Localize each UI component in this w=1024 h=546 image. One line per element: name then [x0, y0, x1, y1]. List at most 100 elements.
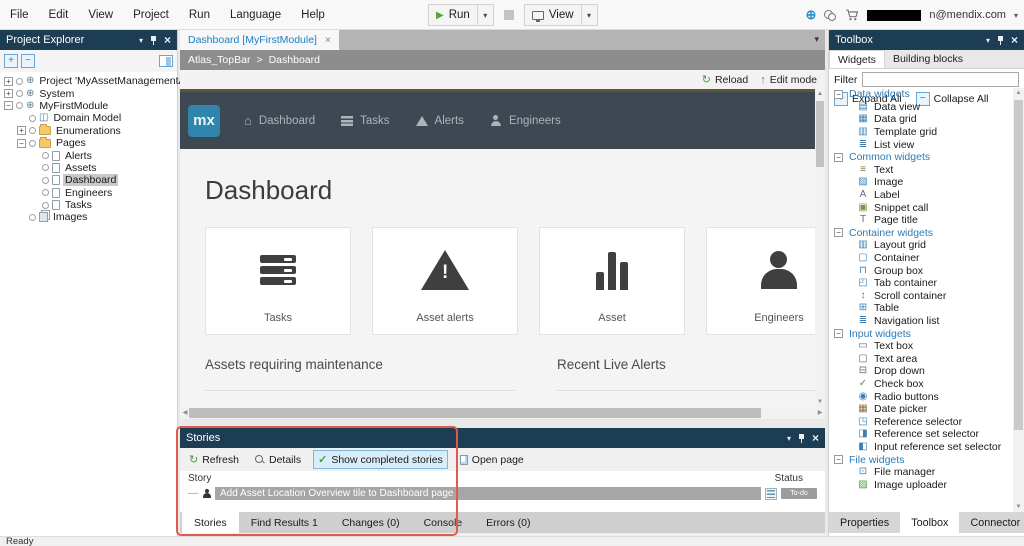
menu-project[interactable]: Project [123, 9, 179, 21]
scroll-right-icon[interactable]: ▶ [815, 407, 825, 419]
tab-find-results-1[interactable]: Find Results 1 [239, 512, 330, 533]
stories-close-icon[interactable]: × [812, 432, 819, 444]
tree-item-system[interactable]: +⊕System [0, 87, 177, 99]
expand-icon[interactable]: + [17, 126, 26, 135]
open-page-button[interactable]: Open page [456, 452, 528, 468]
widget-image-uploader[interactable]: Image uploader [829, 478, 1024, 491]
reload-button[interactable]: ↻ Reload [702, 73, 749, 86]
tab-changes-0-[interactable]: Changes (0) [330, 512, 412, 533]
breadcrumb-parent[interactable]: Atlas_TopBar [188, 54, 250, 66]
toolbox-close-icon[interactable]: × [1011, 34, 1018, 46]
widget-template-grid[interactable]: Template grid [829, 126, 1024, 139]
collapse-icon[interactable]: − [834, 153, 843, 162]
tab-dashboard-document[interactable]: Dashboard [MyFirstModule] × [180, 30, 339, 50]
mendix-logo[interactable]: mx [188, 105, 220, 137]
widget-page-title[interactable]: Page title [829, 214, 1024, 227]
widget-date-picker[interactable]: Date picker [829, 403, 1024, 416]
preview-nav-tasks[interactable]: Tasks [341, 113, 389, 128]
menu-help[interactable]: Help [291, 9, 335, 21]
stories-menu-caret-icon[interactable]: ▾ [787, 434, 791, 443]
panel-tab-toolbox[interactable]: Toolbox [900, 512, 959, 533]
stories-pin-icon[interactable] [798, 434, 805, 443]
tree-item-domain-model[interactable]: ◫Domain Model [0, 112, 177, 124]
tree-item-assets[interactable]: Assets [0, 162, 177, 174]
tree-item-engineers[interactable]: Engineers [0, 187, 177, 199]
tab-close-icon[interactable]: × [325, 35, 331, 46]
panel-tab-properties[interactable]: Properties [829, 512, 900, 533]
widget-label[interactable]: Label [829, 189, 1024, 202]
widget-group-common-widgets[interactable]: −Common widgets [829, 151, 1024, 164]
widget-tab-container[interactable]: Tab container [829, 277, 1024, 290]
widget-container[interactable]: Container [829, 252, 1024, 265]
toolbox-scroll-down-icon[interactable]: ▼ [1013, 502, 1024, 512]
widget-layout-grid[interactable]: Layout grid [829, 239, 1024, 252]
scroll-up-icon[interactable]: ▲ [815, 89, 825, 99]
widget-check-box[interactable]: Check box [829, 378, 1024, 391]
toolbox-pin-icon[interactable] [997, 36, 1004, 45]
preview-nav-alerts[interactable]: Alerts [416, 113, 464, 128]
expand-all-icon[interactable]: + [4, 54, 18, 68]
menu-language[interactable]: Language [220, 9, 291, 21]
widget-group-container-widgets[interactable]: −Container widgets [829, 227, 1024, 240]
tree-item-pages[interactable]: −Pages [0, 137, 177, 149]
tree-item-tasks[interactable]: Tasks [0, 199, 177, 211]
collapse-icon[interactable]: − [834, 228, 843, 237]
widget-drop-down[interactable]: Drop down [829, 365, 1024, 378]
tile-tasks[interactable]: Tasks [205, 227, 351, 335]
widget-navigation-list[interactable]: Navigation list [829, 315, 1024, 328]
panel-tab-connector[interactable]: Connector [959, 512, 1024, 533]
story-row[interactable]: — Add Asset Location Overview tile to Da… [188, 487, 817, 500]
project-explorer-pin-icon[interactable] [150, 36, 157, 45]
widget-reference-set-selector[interactable]: Reference set selector [829, 428, 1024, 441]
vertical-scroll-thumb[interactable] [816, 101, 824, 167]
tab-stories[interactable]: Stories [182, 512, 239, 533]
sync-with-editor-icon[interactable] [159, 55, 173, 67]
stop-icon[interactable] [504, 10, 514, 20]
widget-data-grid[interactable]: Data grid [829, 113, 1024, 126]
collapse-icon[interactable]: − [834, 329, 843, 338]
tile-asset-alerts[interactable]: Asset alerts [372, 227, 518, 335]
tile-engineers[interactable]: Engineers [706, 227, 825, 335]
project-explorer-menu-caret-icon[interactable]: ▾ [139, 36, 143, 45]
expand-icon[interactable]: + [4, 89, 13, 98]
horizontal-scroll-thumb[interactable] [189, 408, 761, 418]
community-icon[interactable] [824, 9, 837, 21]
menu-run[interactable]: Run [179, 9, 220, 21]
account-email[interactable]: n@mendix.com [929, 9, 1006, 21]
widget-list-view[interactable]: List view [829, 138, 1024, 151]
collapse-icon[interactable]: − [17, 139, 26, 148]
widget-text-box[interactable]: Text box [829, 340, 1024, 353]
widget-group-input-widgets[interactable]: −Input widgets [829, 327, 1024, 340]
project-explorer-close-icon[interactable]: × [164, 34, 171, 46]
widget-file-manager[interactable]: File manager [829, 466, 1024, 479]
tab-console[interactable]: Console [412, 512, 475, 533]
collapse-icon[interactable]: − [834, 455, 843, 464]
collapse-icon[interactable]: − [834, 90, 843, 99]
cart-icon[interactable] [845, 8, 859, 22]
tree-item-enumerations[interactable]: +Enumerations [0, 125, 177, 137]
widget-reference-selector[interactable]: Reference selector [829, 415, 1024, 428]
breadcrumb-current[interactable]: Dashboard [269, 54, 320, 66]
tab-list-caret-icon[interactable]: ▾ [814, 30, 825, 50]
preview-nav-engineers[interactable]: Engineers [490, 113, 561, 128]
globe-icon[interactable]: ⊕ [805, 7, 816, 23]
filter-input[interactable] [862, 72, 1019, 87]
tab-errors-0-[interactable]: Errors (0) [474, 512, 542, 533]
widget-snippet-call[interactable]: Snippet call [829, 201, 1024, 214]
story-menu-icon[interactable] [765, 488, 777, 500]
toolbox-scroll-up-icon[interactable]: ▲ [1013, 88, 1024, 98]
widget-group-data-widgets[interactable]: −Data widgets [829, 88, 1024, 101]
toolbox-tab-building-blocks[interactable]: Building blocks [885, 50, 971, 68]
refresh-button[interactable]: ↻Refresh [185, 451, 243, 468]
preview-vertical-scrollbar[interactable]: ▲ ▼ [815, 89, 825, 407]
menu-edit[interactable]: Edit [39, 9, 79, 21]
collapse-all-icon[interactable]: − [21, 54, 35, 68]
view-dropdown-caret-icon[interactable]: ▾ [582, 4, 598, 26]
tree-item-images[interactable]: Images [0, 211, 177, 223]
preview-horizontal-scrollbar[interactable]: ◀ ▶ [180, 407, 825, 419]
edit-mode-button[interactable]: ↑ Edit mode [760, 74, 817, 86]
show-completed-stories-button[interactable]: ✓Show completed stories [313, 450, 448, 469]
widget-data-view[interactable]: Data view [829, 101, 1024, 114]
widget-radio-buttons[interactable]: Radio buttons [829, 390, 1024, 403]
preview-nav-dashboard[interactable]: ⌂Dashboard [244, 113, 315, 128]
